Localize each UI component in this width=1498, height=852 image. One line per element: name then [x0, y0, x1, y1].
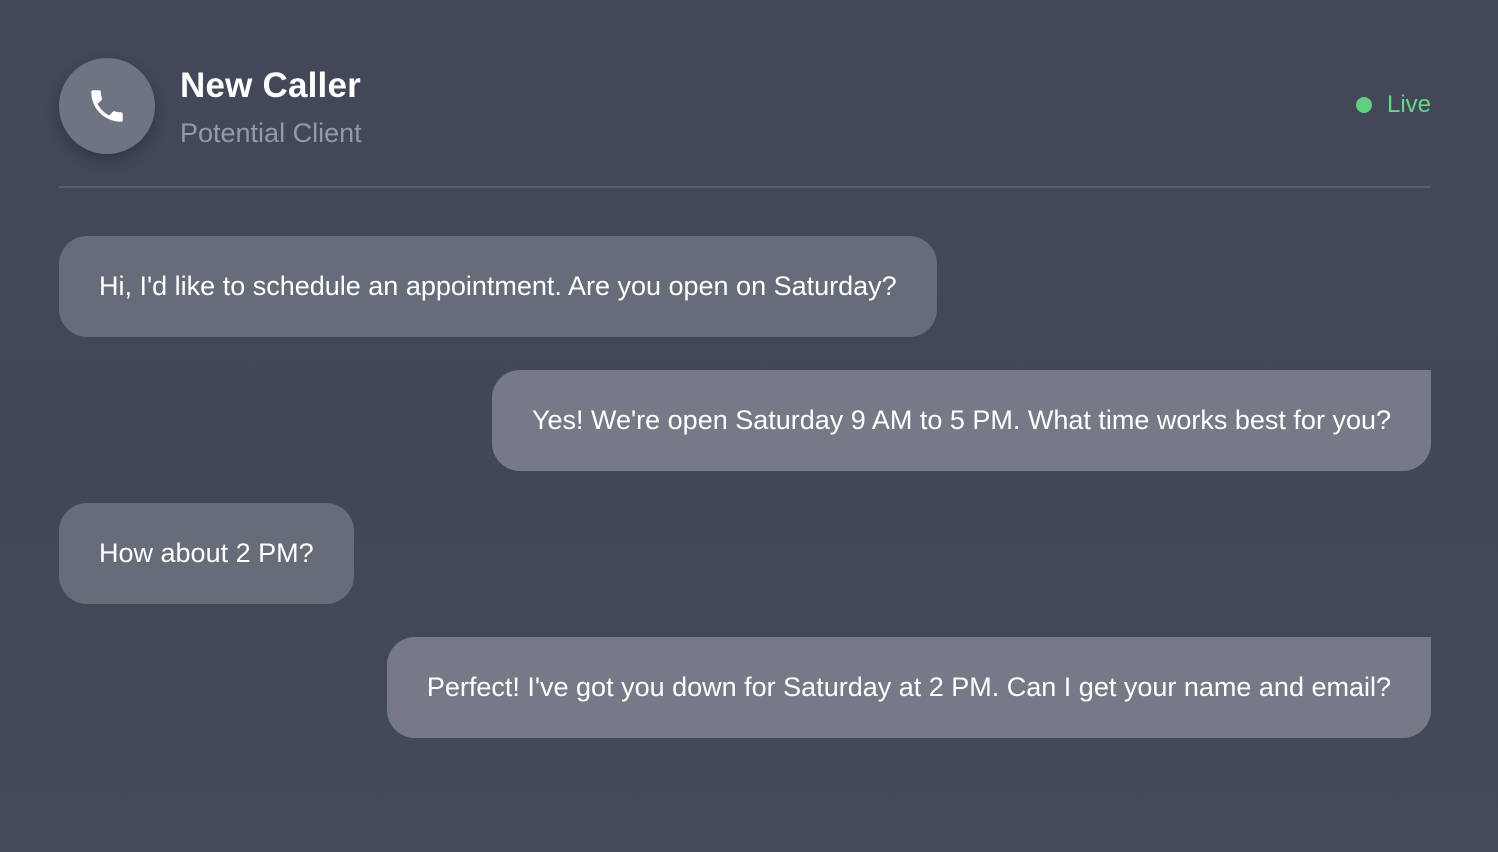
caller-message: Hi, I'd like to schedule an appointment.…	[59, 236, 937, 337]
phone-icon	[86, 85, 128, 127]
call-panel: New Caller Potential Client Live Hi, I'd…	[59, 58, 1431, 738]
message-text: How about 2 PM?	[99, 538, 314, 568]
message-text: Yes! We're open Saturday 9 AM to 5 PM. W…	[531, 405, 1391, 435]
caller-name: New Caller	[180, 66, 361, 105]
caller-avatar	[59, 58, 155, 154]
status-label: Live	[1386, 91, 1431, 118]
message-text: Hi, I'd like to schedule an appointment.…	[99, 271, 897, 301]
message-text: Perfect! I've got you down for Saturday …	[426, 672, 1391, 702]
call-header: New Caller Potential Client Live	[59, 58, 1431, 154]
caller-subtitle: Potential Client	[180, 118, 362, 148]
agent-message: Perfect! I've got you down for Saturday …	[386, 637, 1431, 738]
agent-message: Yes! We're open Saturday 9 AM to 5 PM. W…	[491, 370, 1431, 471]
caller-message: How about 2 PM?	[59, 503, 354, 604]
header-divider	[59, 186, 1431, 188]
live-dot-icon	[1355, 97, 1372, 113]
live-status: Live	[1355, 91, 1431, 119]
